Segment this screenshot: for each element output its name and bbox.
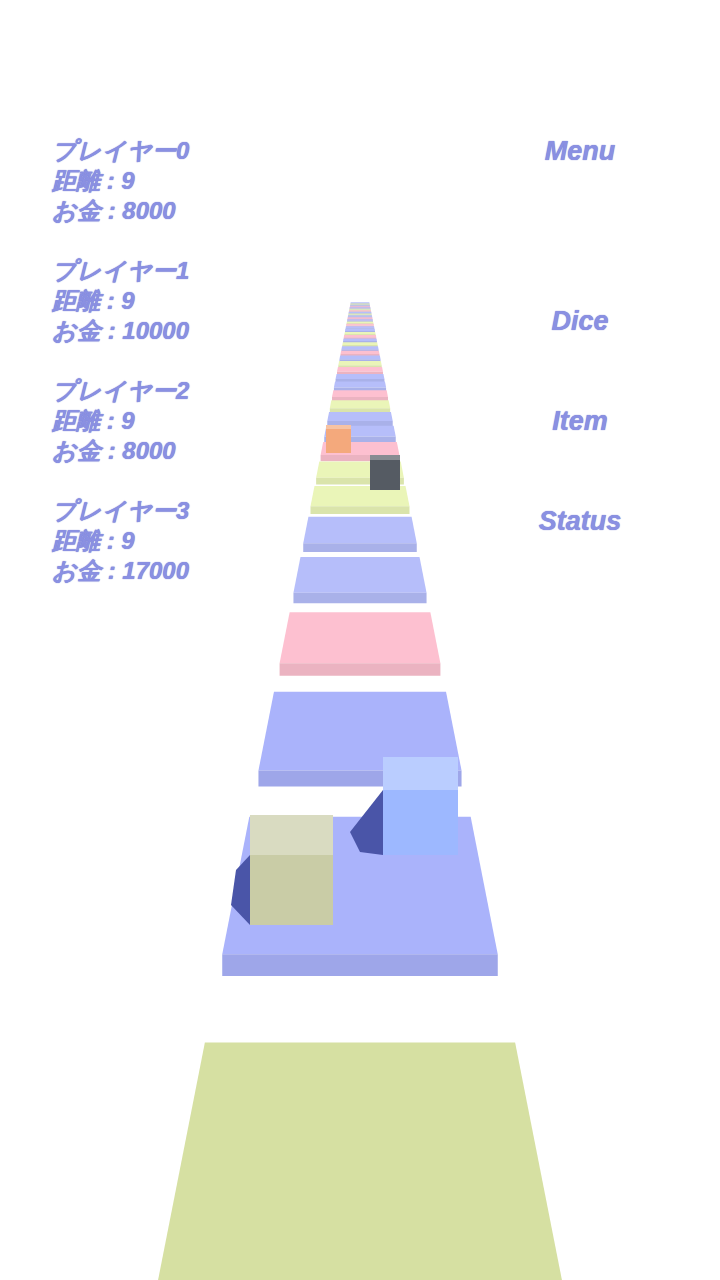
board-path: [146, 302, 574, 1280]
board-tile: [311, 486, 410, 514]
board-tile: [327, 412, 392, 426]
menu-button[interactable]: Status: [531, 506, 630, 536]
board-tile: [349, 312, 372, 315]
menu-button[interactable]: Dice: [543, 306, 616, 336]
player-distance: 距離 : 9: [52, 526, 189, 556]
board-tile: [351, 302, 370, 304]
board-tile: [350, 303, 369, 305]
board-tile: [350, 306, 370, 309]
board-tile: [346, 326, 375, 330]
player-distance: 距離 : 9: [52, 286, 189, 316]
board-tile: [146, 1042, 574, 1280]
board-tile: [345, 329, 375, 333]
board-tile: [350, 305, 370, 307]
player-money: お金 : 8000: [52, 436, 189, 466]
board-tile: [350, 307, 371, 310]
player-distance: 距離 : 9: [52, 406, 189, 436]
board-tile: [347, 317, 372, 320]
board-tile: [334, 382, 386, 392]
player-status: プレイヤー2距離 : 9お金 : 8000: [52, 376, 189, 466]
player-name: プレイヤー3: [52, 496, 189, 526]
player-piece: [231, 815, 333, 925]
board-tile: [344, 332, 375, 337]
board-tile: [349, 309, 371, 312]
menu-button[interactable]: Menu: [537, 136, 624, 166]
player-piece: [370, 455, 400, 490]
game-screen: プレイヤー0距離 : 9お金 : 8000プレイヤー1距離 : 9お金 : 10…: [0, 0, 720, 1280]
player-pieces: [231, 425, 458, 925]
board-tile: [348, 315, 372, 318]
board-tile: [280, 612, 441, 676]
player-piece: [326, 425, 351, 453]
board-tile: [346, 324, 374, 328]
player-name: プレイヤー2: [52, 376, 189, 406]
player-name: プレイヤー0: [52, 136, 189, 166]
board-tile: [332, 390, 388, 401]
board-tile: [336, 374, 385, 383]
command-menu: Menu Dice Item Status: [480, 136, 680, 586]
board-tile: [293, 557, 426, 603]
board-tile: [347, 321, 374, 325]
hud: プレイヤー0距離 : 9お金 : 8000プレイヤー1距離 : 9お金 : 10…: [0, 0, 720, 586]
player-status: プレイヤー3距離 : 9お金 : 17000: [52, 496, 189, 586]
player-distance: 距離 : 9: [52, 166, 189, 196]
board-tile: [349, 310, 371, 313]
board-tile: [348, 314, 372, 317]
player-money: お金 : 17000: [52, 556, 189, 586]
player-list: プレイヤー0距離 : 9お金 : 8000プレイヤー1距離 : 9お金 : 10…: [52, 136, 189, 586]
board-tile: [347, 319, 373, 323]
player-status: プレイヤー1距離 : 9お金 : 10000: [52, 256, 189, 346]
menu-button[interactable]: Item: [544, 406, 616, 436]
board-tile: [330, 400, 390, 413]
player-money: お金 : 10000: [52, 316, 189, 346]
board-tile: [303, 517, 417, 552]
player-money: お金 : 8000: [52, 196, 189, 226]
player-status: プレイヤー0距離 : 9お金 : 8000: [52, 136, 189, 226]
player-name: プレイヤー1: [52, 256, 189, 286]
player-piece: [350, 757, 458, 855]
